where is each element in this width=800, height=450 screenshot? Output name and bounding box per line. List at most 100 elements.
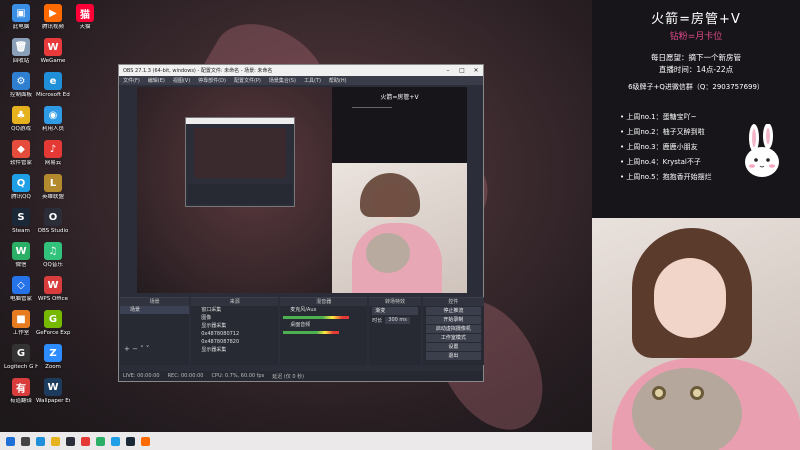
desktop-icon[interactable]: L 英雄联盟 xyxy=(36,174,70,201)
webcam-cat xyxy=(632,368,742,450)
menu-item[interactable]: 场景集合(S) xyxy=(269,77,296,84)
desktop-icon[interactable]: 有有道翻译 xyxy=(4,378,38,405)
desktop-icon[interactable]: Z Zoom xyxy=(36,344,70,371)
obs-docks: 场景 场景 + − ˄ ˅ 来源 窗口采集 图像 显示器采集 0x4878080712… xyxy=(119,297,485,365)
chrome-icon[interactable] xyxy=(81,436,90,446)
transition-select[interactable]: 渐变 xyxy=(372,307,418,315)
wechat-icon[interactable] xyxy=(96,436,105,446)
menu-item[interactable]: 工具(T) xyxy=(304,77,321,84)
contact-line: 6级牌子+Q进微信群（Q：2903757699） xyxy=(628,83,764,91)
desktop-icon[interactable]: W 微信 xyxy=(4,242,38,269)
app-icon: Z xyxy=(44,344,62,362)
duration-input[interactable]: 300 ms xyxy=(385,317,410,324)
desktop-icon-label: 电脑管家 xyxy=(9,296,32,302)
control-button[interactable]: 设置 xyxy=(425,343,481,351)
scenes-header: 场景 xyxy=(120,298,190,306)
desktop-icon[interactable]: O OBS Studio xyxy=(36,208,70,235)
control-button[interactable]: 工作室模式 xyxy=(425,334,481,342)
desktop-icon-label: 天猫 xyxy=(79,24,91,30)
obs-window[interactable]: OBS 27.1.3 (64-bit, windows) - 配置文件: 未命名… xyxy=(118,64,484,382)
desktop-icon[interactable]: ◇ 电脑管家 xyxy=(4,276,38,303)
app-icon: ⚙ xyxy=(12,72,30,90)
transitions-dock: 转场特效 渐变 时长 300 ms xyxy=(369,297,421,365)
source-item[interactable]: 显示器采集 xyxy=(191,322,278,330)
menu-item[interactable]: 帮助(H) xyxy=(329,77,347,84)
scene-add-button[interactable]: + − ˄ ˅ xyxy=(124,345,149,353)
desktop-icon[interactable]: ◉ 利用人员 xyxy=(36,106,70,133)
menu-item[interactable]: 配置文件(P) xyxy=(234,77,261,84)
desktop-icon-label: OBS Studio xyxy=(37,228,69,234)
close-icon[interactable]: ✕ xyxy=(469,67,483,74)
start-icon[interactable] xyxy=(6,436,15,446)
mixer-dock: 混音器 麦克风/Aux 桌面音频 xyxy=(280,297,368,365)
app-icon: e xyxy=(44,72,62,90)
explorer-icon[interactable] xyxy=(51,436,60,446)
source-item[interactable]: 窗口采集 xyxy=(191,306,278,314)
desktop-icon[interactable]: ◆ 软件管家 xyxy=(4,140,38,167)
preview-side-panel: 火箭=房管+V xyxy=(332,87,467,163)
desktop-icon[interactable]: Q 腾讯QQ xyxy=(4,174,38,201)
desktop-icon[interactable]: ⚙ 控制面板 xyxy=(4,72,38,99)
desktop-icon[interactable]: S Steam xyxy=(4,208,38,235)
obs-preview[interactable]: 火箭=房管+V xyxy=(137,87,467,293)
desktop-icon[interactable]: e Microsoft Edge xyxy=(36,72,70,99)
obs-window-title: OBS 27.1.3 (64-bit, windows) - 配置文件: 未命名… xyxy=(123,68,273,74)
desktop-icon[interactable]: G GeForce Experience xyxy=(36,310,70,337)
source-item[interactable]: 图像 xyxy=(191,314,278,322)
scene-item[interactable]: 场景 xyxy=(120,306,190,314)
maximize-icon[interactable]: □ xyxy=(455,67,469,74)
desktop-icon-label: WeGame xyxy=(40,58,66,64)
app-icon: ◆ xyxy=(12,140,30,158)
app-icon: G xyxy=(44,310,62,328)
control-button[interactable]: 退出 xyxy=(425,352,481,360)
status-item: REC: 00:00:00 xyxy=(167,373,204,379)
desktop-icon[interactable]: ♪ 网易云 xyxy=(36,140,70,167)
obs-icon[interactable] xyxy=(66,436,75,446)
volume-meter[interactable] xyxy=(283,331,340,334)
minimize-icon[interactable]: – xyxy=(441,67,455,74)
control-button[interactable]: 启动虚拟摄像机 xyxy=(425,325,481,333)
desktop-icon[interactable]: G Logitech G HUB xyxy=(4,344,38,371)
edge-icon[interactable] xyxy=(36,436,45,446)
stream-info-panel: 火箭=房管+V 钻粉=月卡位 每日愿望：摘下一个新房管 直播时间：14点-22点… xyxy=(592,0,800,218)
menu-item[interactable]: 视图(V) xyxy=(173,77,190,84)
control-button[interactable]: 停止推流 xyxy=(425,307,481,315)
panel-title: 火箭=房管+V xyxy=(651,12,741,27)
app-icon: ▣ xyxy=(12,4,30,22)
desktop-icon-label: GeForce Experience xyxy=(36,330,70,336)
desktop-icon[interactable]: ♣ QQ游戏 xyxy=(4,106,38,133)
app-icon: W xyxy=(44,38,62,56)
qq-icon[interactable] xyxy=(111,436,120,446)
mixer-header: 混音器 xyxy=(280,298,368,306)
desktop-icon[interactable]: ■ 工作室 xyxy=(4,310,38,337)
desktop-icon-label: 控制面板 xyxy=(9,92,32,98)
app-icon: S xyxy=(12,208,30,226)
source-item[interactable]: 显示器采集 xyxy=(191,346,278,354)
desktop-icon[interactable]: ♫ QQ音乐 xyxy=(36,242,70,269)
search-icon[interactable] xyxy=(21,436,30,446)
bunny-icon xyxy=(745,124,779,177)
volume-meter[interactable] xyxy=(283,316,349,319)
preview-obs-window xyxy=(185,117,295,207)
desktop-icon[interactable]: ▶ 腾讯视频 xyxy=(36,4,70,31)
desktop-icon[interactable]: ▣ 此电脑 xyxy=(4,4,38,31)
webcam-feed xyxy=(592,218,800,450)
desktop-icon[interactable]: W WeGame xyxy=(36,38,70,65)
app-icon: 🗑 xyxy=(12,38,30,56)
desktop-icon[interactable]: 🗑 回收站 xyxy=(4,38,38,65)
steam-icon[interactable] xyxy=(126,436,135,446)
cat-eye xyxy=(652,386,666,400)
app-icon[interactable] xyxy=(141,436,150,446)
source-item[interactable]: 0x4878087820 xyxy=(191,338,278,346)
control-button[interactable]: 开始录制 xyxy=(425,316,481,324)
app-icon: ■ xyxy=(12,310,30,328)
source-item[interactable]: 0x4878080712 xyxy=(191,330,278,338)
desktop-icon[interactable]: 猫天猫 xyxy=(68,4,102,31)
app-icon: G xyxy=(12,344,30,362)
obs-titlebar[interactable]: OBS 27.1.3 (64-bit, windows) - 配置文件: 未命名… xyxy=(119,65,483,76)
desktop-icon[interactable]: W Wallpaper Engine xyxy=(36,378,70,405)
desktop-icon[interactable]: W WPS Office xyxy=(36,276,70,303)
menu-item[interactable]: 文件(F) xyxy=(123,77,140,84)
menu-item[interactable]: 停靠部件(D) xyxy=(198,77,226,84)
menu-item[interactable]: 编辑(E) xyxy=(148,77,165,84)
